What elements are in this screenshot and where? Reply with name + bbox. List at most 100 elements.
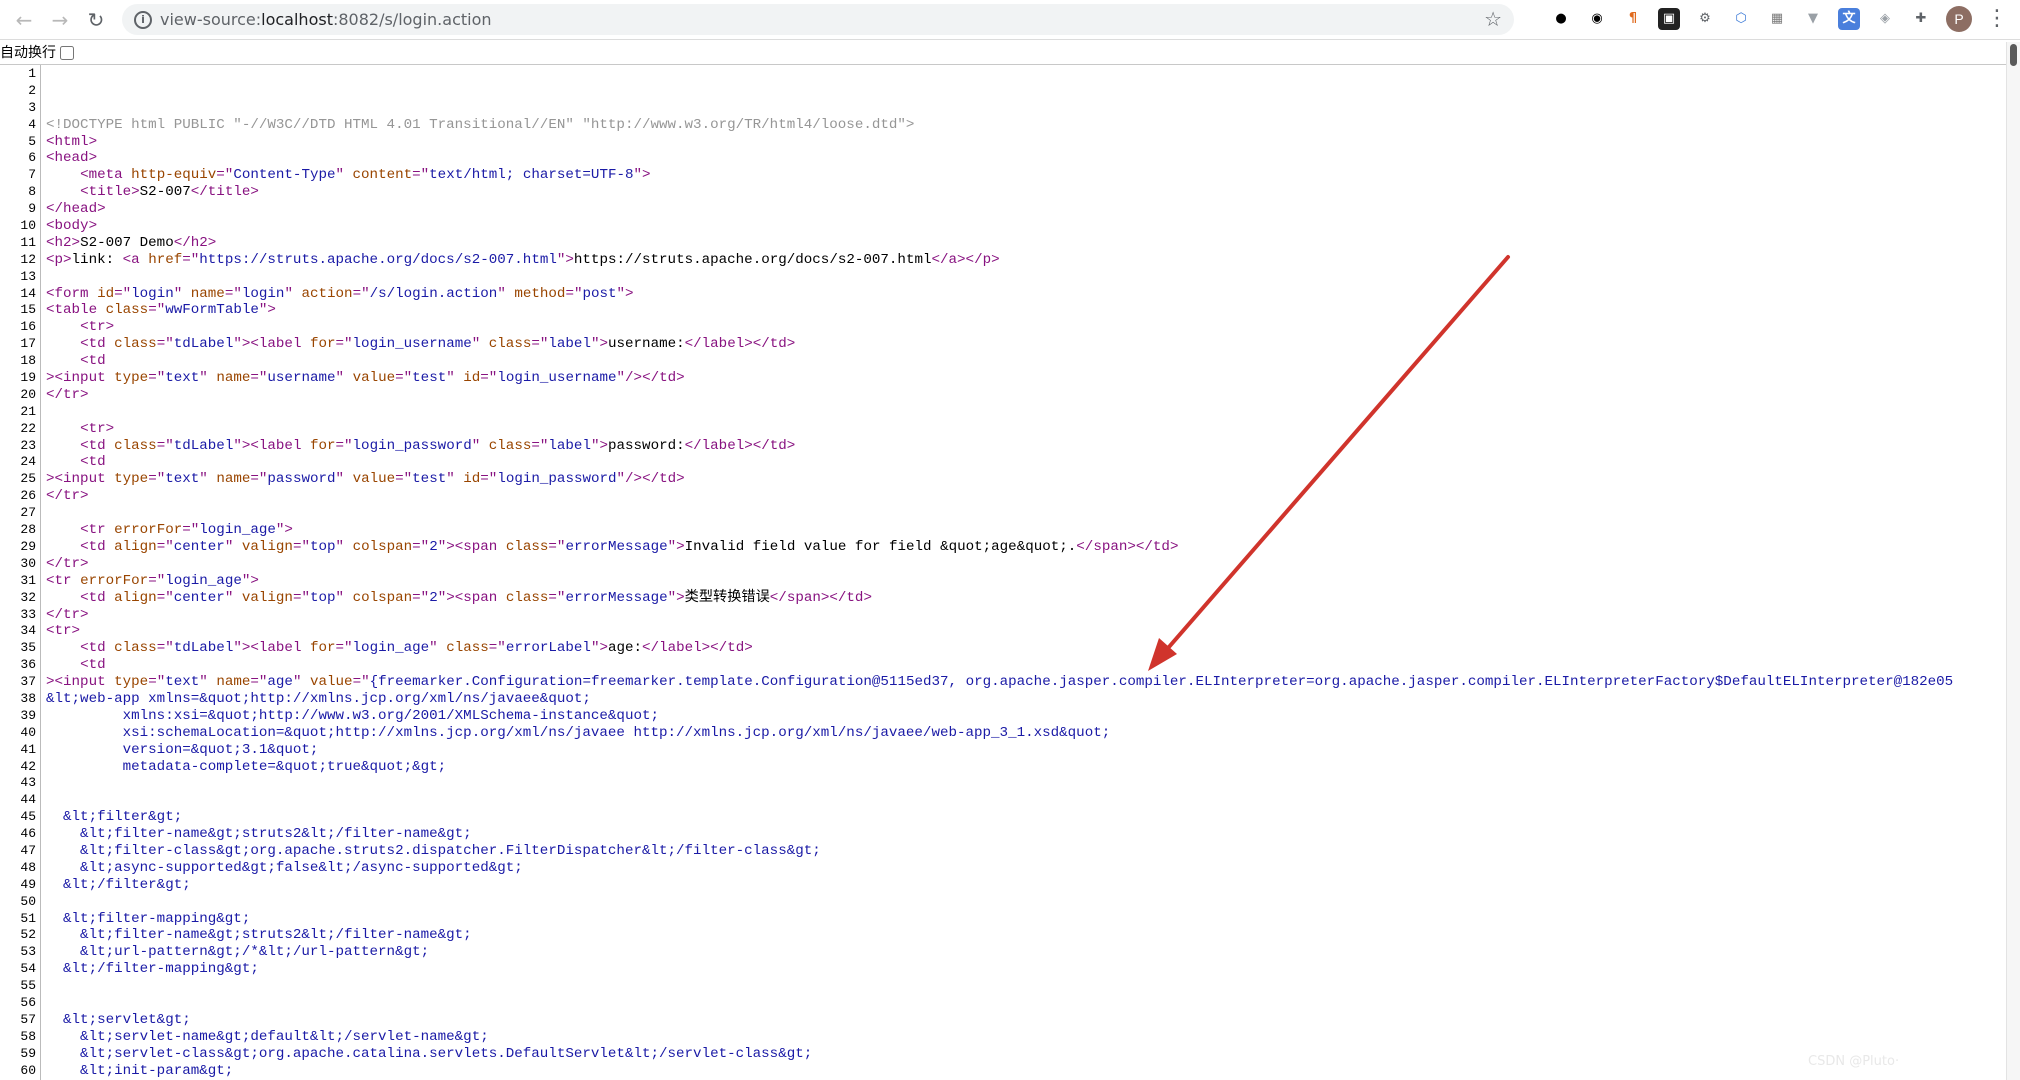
source-line: 18 <td bbox=[0, 353, 2006, 370]
image-icon[interactable]: ▦ bbox=[1766, 8, 1788, 30]
code-token: top bbox=[309, 589, 336, 606]
code-token: errorFor bbox=[80, 572, 149, 589]
code-token: " bbox=[335, 471, 353, 488]
code-token: =" bbox=[352, 285, 370, 302]
code-token: <td bbox=[80, 657, 106, 674]
code-token: " bbox=[224, 538, 242, 555]
line-number: 44 bbox=[20, 792, 36, 808]
info-icon[interactable]: i bbox=[134, 11, 152, 29]
line-number: 11 bbox=[20, 234, 36, 250]
code-token: " bbox=[471, 437, 489, 454]
avatar[interactable]: P bbox=[1946, 6, 1972, 32]
code-token: <form bbox=[46, 285, 98, 302]
source-line: 21 bbox=[0, 404, 2006, 421]
url-text[interactable]: view-source:localhost:8082/s/login.actio… bbox=[160, 10, 492, 29]
line-number: 43 bbox=[20, 775, 36, 791]
code-token: name bbox=[216, 674, 251, 691]
line-number: 9 bbox=[28, 201, 36, 217]
star-icon[interactable]: ☆ bbox=[1484, 7, 1502, 31]
code-token: " bbox=[471, 336, 489, 353]
line-number: 56 bbox=[20, 994, 36, 1010]
code-token: <title> bbox=[80, 184, 140, 201]
source-line: 48 &lt;async-supported&gt;false&lt;/asyn… bbox=[0, 860, 2006, 877]
code-token: <input bbox=[54, 674, 115, 691]
code-token: </a></p> bbox=[931, 251, 1000, 268]
code-token: <meta bbox=[80, 167, 132, 184]
url-host: localhost bbox=[261, 10, 333, 29]
more-vert-icon[interactable]: ⋮ bbox=[1986, 6, 2008, 32]
line-number: 3 bbox=[28, 99, 36, 115]
code-token: tdLabel bbox=[173, 437, 234, 454]
line-number: 60 bbox=[20, 1062, 36, 1078]
source-line: 27 bbox=[0, 505, 2006, 522]
line-content: &lt;servlet-name&gt;default&lt;/servlet-… bbox=[46, 1029, 489, 1046]
line-content: <tr> bbox=[46, 319, 114, 336]
line-content: <meta http-equiv="Content-Type" content=… bbox=[46, 167, 650, 184]
code-token: <a bbox=[122, 251, 149, 268]
code-token: " bbox=[446, 370, 464, 387]
forward-button[interactable]: → bbox=[46, 6, 74, 34]
gear-icon[interactable]: ⚙ bbox=[1694, 8, 1716, 30]
source-line: 4 <!DOCTYPE html PUBLIC "-//W3C//DTD HTML… bbox=[0, 117, 2006, 134]
code-token: <!DOCTYPE html PUBLIC "-//W3C//DTD HTML … bbox=[46, 116, 915, 133]
code-token: &lt;filter-name&gt;struts2&lt;/filter-na… bbox=[46, 927, 472, 944]
code-token: <tr> bbox=[80, 420, 115, 437]
code-token: =" bbox=[148, 674, 166, 691]
gamepad-icon[interactable]: ▣ bbox=[1658, 8, 1680, 30]
code-token: =" bbox=[156, 640, 174, 657]
code-token: &lt;web-app xmlns=&quot;http://xmlns.jcp… bbox=[46, 690, 591, 707]
reload-button[interactable]: ↻ bbox=[82, 6, 110, 34]
source-line: 58 &lt;servlet-name&gt;default&lt;/servl… bbox=[0, 1029, 2006, 1046]
code-token: "> bbox=[590, 640, 608, 657]
code-token: =" bbox=[292, 589, 310, 606]
code-token: </tr> bbox=[46, 555, 89, 572]
paragraph-icon[interactable]: ¶ bbox=[1622, 8, 1644, 30]
line-number: 26 bbox=[20, 488, 36, 504]
code-token: &lt;/filter&gt; bbox=[46, 876, 191, 893]
code-token: =" bbox=[548, 538, 566, 555]
scrollbar-thumb[interactable] bbox=[2010, 44, 2017, 66]
line-content: <h2>S2-007 Demo</h2> bbox=[46, 235, 216, 252]
code-token: <tr> bbox=[46, 623, 81, 640]
code-token: =" bbox=[148, 572, 166, 589]
line-content: <title>S2-007</title> bbox=[46, 184, 259, 201]
vertical-scrollbar[interactable] bbox=[2006, 42, 2020, 1080]
line-number: 46 bbox=[20, 826, 36, 842]
source-line: 51 &lt;filter-mapping&gt; bbox=[0, 911, 2006, 928]
line-number: 1 bbox=[28, 66, 36, 81]
arrow-left-icon: ← bbox=[15, 8, 33, 32]
code-token: <td bbox=[80, 640, 115, 657]
code-token: &lt;servlet-class&gt;org.apache.catalina… bbox=[46, 1045, 813, 1062]
line-number: 20 bbox=[20, 386, 36, 402]
line-content: &lt;servlet-class&gt;org.apache.catalina… bbox=[46, 1046, 812, 1063]
code-token: </title> bbox=[190, 184, 259, 201]
circle-icon[interactable]: ● bbox=[1550, 8, 1572, 30]
code-token: </tr> bbox=[46, 488, 89, 505]
code-token: =" bbox=[250, 471, 268, 488]
line-content: <td align="center" valign="top" colspan=… bbox=[46, 590, 872, 607]
back-button[interactable]: ← bbox=[10, 6, 38, 34]
puzzle-icon[interactable]: ✚ bbox=[1910, 8, 1932, 30]
line-number: 10 bbox=[20, 218, 36, 234]
code-token: <html> bbox=[46, 133, 98, 150]
code-token: text bbox=[165, 674, 200, 691]
glasses-icon[interactable]: ◉ bbox=[1586, 8, 1608, 30]
code-token: <tr bbox=[80, 522, 115, 539]
hexagon-icon[interactable]: ⬡ bbox=[1730, 8, 1752, 30]
line-number: 59 bbox=[20, 1045, 36, 1061]
address-bar[interactable]: i view-source:localhost:8082/s/login.act… bbox=[122, 4, 1514, 35]
code-token: type bbox=[114, 370, 149, 387]
line-number: 54 bbox=[20, 961, 36, 977]
code-token: =" bbox=[114, 285, 132, 302]
translate-icon[interactable]: 文 bbox=[1838, 8, 1860, 30]
code-token: colspan bbox=[352, 538, 413, 555]
code-token: xmlns:xsi=&quot;http://www.w3.org/2001/X… bbox=[46, 707, 659, 724]
line-wrap-checkbox[interactable] bbox=[60, 46, 74, 60]
shield-icon[interactable]: ◈ bbox=[1874, 8, 1896, 30]
code-token: &lt;async-supported&gt;false&lt;/async-s… bbox=[46, 859, 523, 876]
code-token: login_age bbox=[352, 640, 430, 657]
vue-icon[interactable]: ▼ bbox=[1802, 8, 1824, 30]
line-content: xmlns:xsi=&quot;http://www.w3.org/2001/X… bbox=[46, 708, 659, 725]
source-line: 14 <form id="login" name="login" action="… bbox=[0, 286, 2006, 303]
